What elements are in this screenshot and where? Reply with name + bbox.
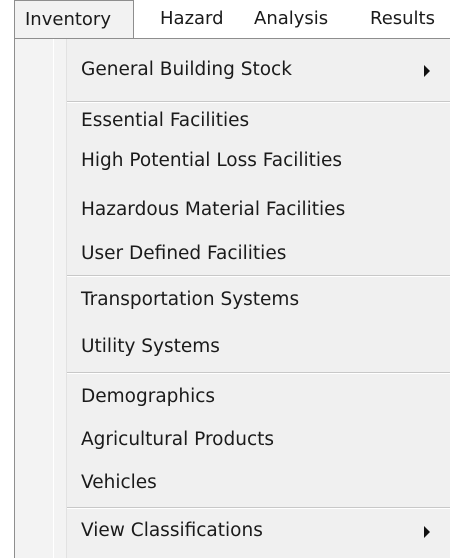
menu-item-utility-systems[interactable]: Utility Systems — [81, 335, 220, 359]
menu-analysis[interactable]: Analysis — [254, 9, 328, 29]
menu-bar: Inventory Hazard Analysis Results — [0, 0, 450, 38]
menu-separator — [67, 101, 450, 103]
menu-separator — [67, 507, 450, 509]
menu-item-transportation-systems[interactable]: Transportation Systems — [81, 288, 299, 312]
menu-separator — [67, 275, 450, 277]
menu-item-vehicles[interactable]: Vehicles — [81, 471, 157, 495]
menu-item-general-building-stock[interactable]: General Building Stock — [81, 58, 292, 82]
chevron-right-icon — [424, 65, 430, 77]
menu-item-view-classifications[interactable]: View Classifications — [81, 519, 263, 543]
menu-item-high-potential-loss-facilities[interactable]: High Potential Loss Facilities — [81, 149, 342, 173]
inventory-dropdown-menu: General Building Stock Essential Facilit… — [14, 38, 450, 558]
menu-separator — [67, 372, 450, 374]
menu-item-hazardous-material-facilities[interactable]: Hazardous Material Facilities — [81, 198, 345, 222]
menu-inventory[interactable]: Inventory — [14, 0, 134, 38]
menu-hazard[interactable]: Hazard — [160, 9, 224, 29]
menu-item-agricultural-products[interactable]: Agricultural Products — [81, 428, 274, 452]
menu-item-user-defined-facilities[interactable]: User Defined Facilities — [81, 242, 286, 266]
menu-icon-column — [15, 39, 67, 558]
menu-item-essential-facilities[interactable]: Essential Facilities — [81, 109, 249, 133]
menu-results[interactable]: Results — [370, 9, 435, 29]
chevron-right-icon — [424, 526, 430, 538]
menu-item-demographics[interactable]: Demographics — [81, 385, 215, 409]
